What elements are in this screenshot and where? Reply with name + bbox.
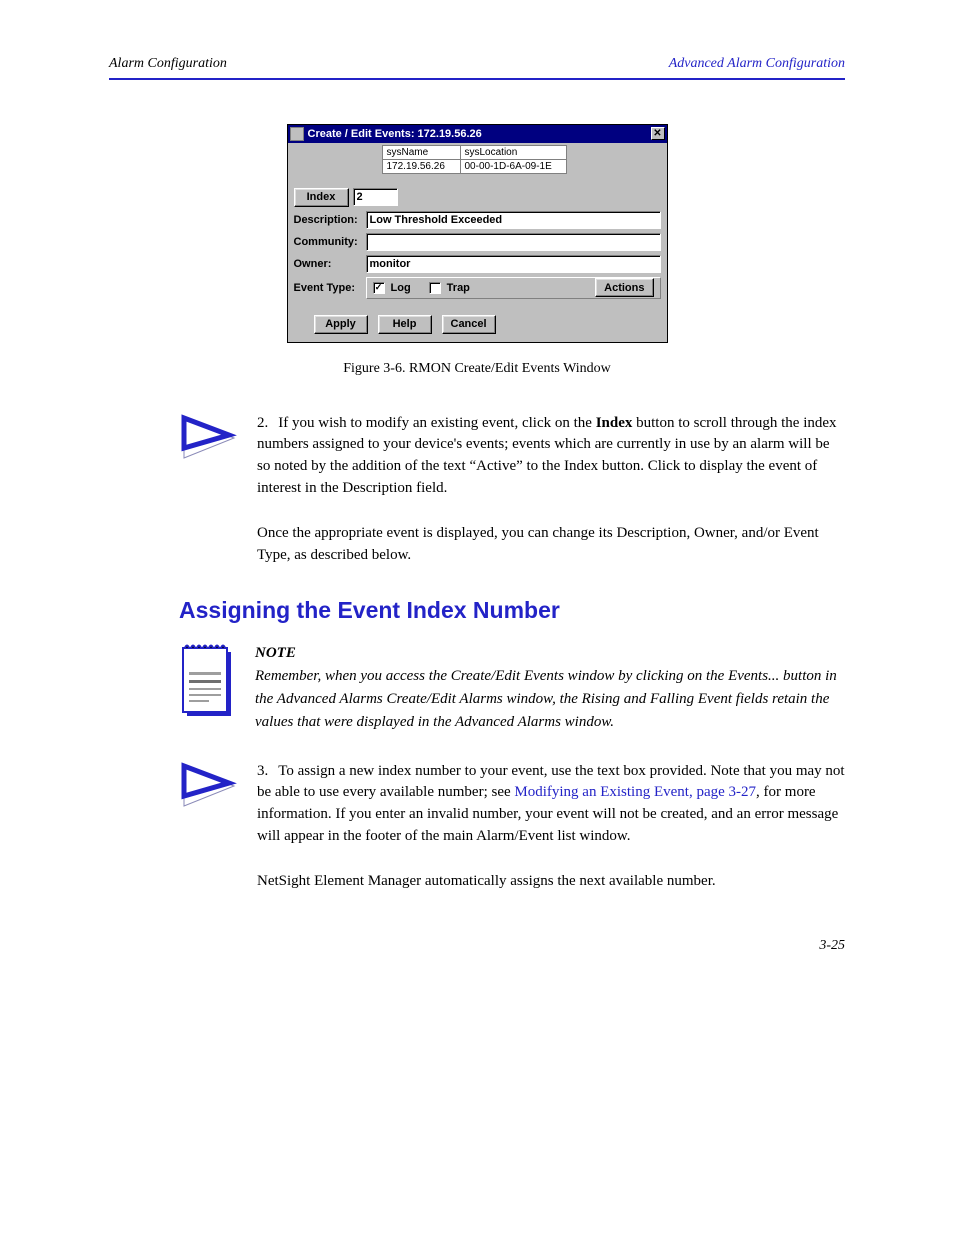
step-2-text: 2.If you wish to modify an existing even… [257,413,845,500]
index-button[interactable]: Index [294,188,349,207]
note-icon [179,642,235,722]
log-checkbox[interactable]: ✓ [373,282,385,294]
step-3-text: 3.To assign a new index number to your e… [257,761,845,848]
event-type-label: Event Type: [294,282,366,294]
community-input[interactable] [366,233,661,251]
step-arrow-icon [179,761,239,811]
paragraph-final: NetSight Element Manager automatically a… [257,870,845,893]
syslocation-label: sysLocation [460,145,566,159]
apply-button[interactable]: Apply [314,315,368,334]
header-rule [109,78,845,80]
syslocation-value: 00-00-1D-6A-09-1E [460,159,566,173]
header-left: Alarm Configuration [109,56,227,72]
create-edit-events-dialog: Create / Edit Events: 172.19.56.26 ✕ sys… [287,124,668,343]
close-icon[interactable]: ✕ [651,127,665,140]
step-arrow-icon [179,413,239,463]
header-right: Advanced Alarm Configuration [669,56,845,72]
page-number: 3-25 [819,938,845,954]
sys-grid: sysName sysLocation 172.19.56.26 00-00-1… [382,145,661,174]
app-icon [290,127,304,141]
event-type-panel: ✓ Log Trap Actions [366,277,661,299]
figure-caption: Figure 3-6. RMON Create/Edit Events Wind… [109,361,845,377]
help-button[interactable]: Help [378,315,432,334]
sysname-value: 172.19.56.26 [382,159,460,173]
index-input[interactable] [353,188,398,206]
cancel-button[interactable]: Cancel [442,315,496,334]
paragraph-after-step2: Once the appropriate event is displayed,… [257,522,845,567]
dialog-titlebar: Create / Edit Events: 172.19.56.26 ✕ [288,125,667,143]
actions-button[interactable]: Actions [595,278,653,297]
sysname-label: sysName [382,145,460,159]
owner-label: Owner: [294,258,366,270]
community-label: Community: [294,236,366,248]
trap-checkbox[interactable] [429,282,441,294]
description-input[interactable] [366,211,661,229]
cross-reference-link[interactable]: Modifying an Existing Event, page 3-27 [514,784,756,800]
dialog-title: Create / Edit Events: 172.19.56.26 [308,128,482,140]
note-text: NOTE Remember, when you access the Creat… [255,642,845,735]
owner-input[interactable] [366,255,661,273]
trap-checkbox-label: Trap [447,282,470,294]
section-heading: Assigning the Event Index Number [179,597,845,624]
log-checkbox-label: Log [391,282,411,294]
description-label: Description: [294,214,366,226]
